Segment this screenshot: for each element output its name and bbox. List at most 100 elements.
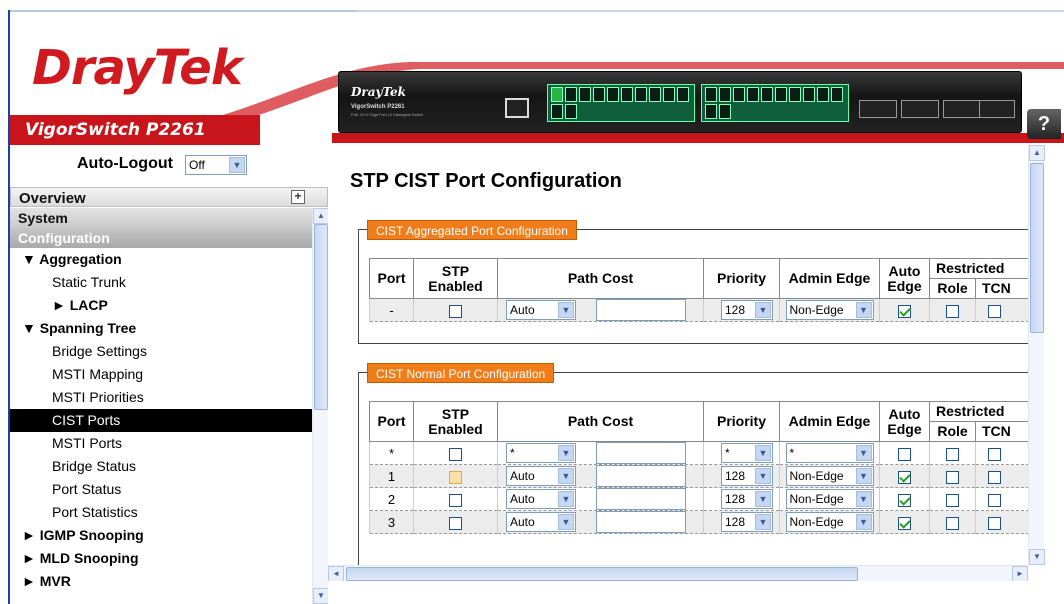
restricted-tcn-checkbox[interactable] <box>988 516 1001 530</box>
switch-device-image: DrayTek VigorSwitch P2261 PoE 24+2 Giga … <box>338 71 1022 133</box>
nav-item-igmp-snooping[interactable]: ► IGMP Snooping <box>10 524 312 547</box>
path-cost-input[interactable] <box>595 511 686 533</box>
chevron-down-icon[interactable]: ▼ <box>229 157 245 173</box>
aggregated-fieldset: CIST Aggregated Port Configuration Port … <box>358 220 1028 344</box>
nav-overview[interactable]: Overview + <box>10 187 328 207</box>
chevron-down-icon: ▼ <box>558 445 574 461</box>
restricted-tcn-checkbox[interactable] <box>988 470 1001 484</box>
path-cost-input[interactable] <box>595 465 686 487</box>
priority-select[interactable]: 128 ▼ <box>721 489 773 509</box>
expand-plus-icon[interactable]: + <box>291 190 305 204</box>
path-cost-value: Auto <box>510 469 535 483</box>
chevron-down-icon: ▼ <box>558 514 574 530</box>
nav-item-port-status[interactable]: Port Status <box>10 478 312 501</box>
stp-enabled-checkbox[interactable] <box>449 447 462 461</box>
device-model: VigorSwitch P2261 <box>351 104 405 110</box>
restricted-tcn-checkbox[interactable] <box>988 304 1001 318</box>
scroll-up-icon[interactable]: ▲ <box>313 208 328 224</box>
nav-item-msti-mapping[interactable]: MSTI Mapping <box>10 363 312 386</box>
scroll-right-icon[interactable]: ► <box>1012 566 1028 582</box>
path-cost-input[interactable] <box>595 299 686 321</box>
nav-item-port-statistics[interactable]: Port Statistics <box>10 501 312 524</box>
priority-value: 128 <box>725 515 746 529</box>
scroll-up-icon[interactable]: ▲ <box>1029 145 1045 161</box>
admin-edge-select[interactable]: Non-Edge ▼ <box>785 466 874 486</box>
path-cost-select[interactable]: Auto ▼ <box>506 300 576 320</box>
nav-item-msti-ports[interactable]: MSTI Ports <box>10 432 312 455</box>
main-hscroll-thumb[interactable] <box>346 567 858 581</box>
auto-edge-checkbox[interactable] <box>898 493 911 507</box>
chevron-down-icon: ▼ <box>558 302 574 318</box>
stp-enabled-checkbox[interactable] <box>449 304 462 318</box>
nav-item-lacp[interactable]: ► LACP <box>10 294 312 317</box>
restricted-role-checkbox[interactable] <box>946 470 959 484</box>
sidebar-nav: Overview + <box>10 187 328 207</box>
admin-edge-select[interactable]: Non-Edge ▼ <box>785 300 874 320</box>
col-stp-enabled: STP Enabled <box>413 401 498 442</box>
sidebar-scroll-thumb[interactable] <box>314 224 328 410</box>
scroll-left-icon[interactable]: ◄ <box>328 566 344 582</box>
chevron-down-icon: ▼ <box>755 302 771 318</box>
restricted-role-checkbox[interactable] <box>946 516 959 530</box>
col-role: Role <box>929 421 976 442</box>
main-vscroll-thumb[interactable] <box>1030 163 1044 333</box>
restricted-role-checkbox[interactable] <box>946 447 959 461</box>
priority-value: 128 <box>725 469 746 483</box>
chevron-down-icon: ▼ <box>755 468 771 484</box>
auto-edge-checkbox[interactable] <box>898 447 911 461</box>
path-cost-input[interactable] <box>595 442 686 464</box>
nav-item-aggregation[interactable]: ▼ Aggregation <box>10 248 312 271</box>
auto-edge-checkbox[interactable] <box>898 516 911 530</box>
path-cost-select[interactable]: Auto ▼ <box>506 466 576 486</box>
admin-edge-select[interactable]: Non-Edge ▼ <box>785 489 874 509</box>
nav-item-bridge-settings[interactable]: Bridge Settings <box>10 340 312 363</box>
auto-edge-checkbox[interactable] <box>898 470 911 484</box>
path-cost-select[interactable]: Auto ▼ <box>506 489 576 509</box>
sidebar-scrollbar[interactable]: ▲ ▼ <box>312 208 328 604</box>
priority-select[interactable]: 128 ▼ <box>721 466 773 486</box>
nav-item-mld-snooping[interactable]: ► MLD Snooping <box>10 547 312 570</box>
priority-select[interactable]: 128 ▼ <box>721 512 773 532</box>
priority-value: * <box>725 446 730 460</box>
autologout-select[interactable]: Off ▼ <box>185 155 247 175</box>
path-cost-select[interactable]: * ▼ <box>506 443 576 463</box>
path-cost-value: Auto <box>510 492 535 506</box>
scroll-down-icon[interactable]: ▼ <box>313 588 328 604</box>
nav-item-mvr[interactable]: ► MVR <box>10 570 312 593</box>
priority-select[interactable]: 128 ▼ <box>721 300 773 320</box>
col-restricted: Restricted <box>929 401 1028 422</box>
col-priority: Priority <box>703 401 780 442</box>
main-vertical-scrollbar[interactable]: ▲ ▼ <box>1028 145 1045 565</box>
path-cost-input[interactable] <box>595 488 686 510</box>
main-horizontal-scrollbar[interactable]: ◄ ► <box>328 565 1028 582</box>
admin-edge-select[interactable]: Non-Edge ▼ <box>785 512 874 532</box>
restricted-role-checkbox[interactable] <box>946 304 959 318</box>
nav-item-cist-ports[interactable]: CIST Ports <box>10 409 312 432</box>
scroll-down-icon[interactable]: ▼ <box>1029 549 1045 565</box>
restricted-tcn-checkbox[interactable] <box>988 493 1001 507</box>
path-cost-select[interactable]: Auto ▼ <box>506 512 576 532</box>
chevron-down-icon: ▼ <box>558 468 574 484</box>
restricted-tcn-checkbox[interactable] <box>988 447 1001 461</box>
stp-enabled-checkbox[interactable] <box>449 516 462 530</box>
nav-item-static-trunk[interactable]: Static Trunk <box>10 271 312 294</box>
help-button[interactable]: ? <box>1027 109 1061 139</box>
col-port: Port <box>369 401 414 442</box>
nav-item-bridge-status[interactable]: Bridge Status <box>10 455 312 478</box>
chevron-down-icon: ▼ <box>755 491 771 507</box>
priority-select[interactable]: * ▼ <box>721 443 773 463</box>
nav-item-msti-priorities[interactable]: MSTI Priorities <box>10 386 312 409</box>
stp-enabled-checkbox[interactable] <box>449 493 462 507</box>
col-tcn: TCN <box>975 421 1028 442</box>
nav-item-spanning-tree[interactable]: ▼ Spanning Tree <box>10 317 312 340</box>
nav-section-system[interactable]: System <box>10 208 312 228</box>
chevron-down-icon: ▼ <box>855 514 872 530</box>
restricted-role-checkbox[interactable] <box>946 493 959 507</box>
admin-edge-select[interactable]: * ▼ <box>785 443 874 463</box>
console-port <box>505 98 529 118</box>
stp-enabled-checkbox[interactable] <box>449 470 462 484</box>
model-banner: VigorSwitch P2261 <box>10 115 260 145</box>
auto-edge-checkbox[interactable] <box>898 304 911 318</box>
table-row: 3 Auto ▼ 128 ▼ Non-Edge ▼ <box>369 510 1028 534</box>
nav-section-configuration[interactable]: Configuration <box>10 228 312 248</box>
